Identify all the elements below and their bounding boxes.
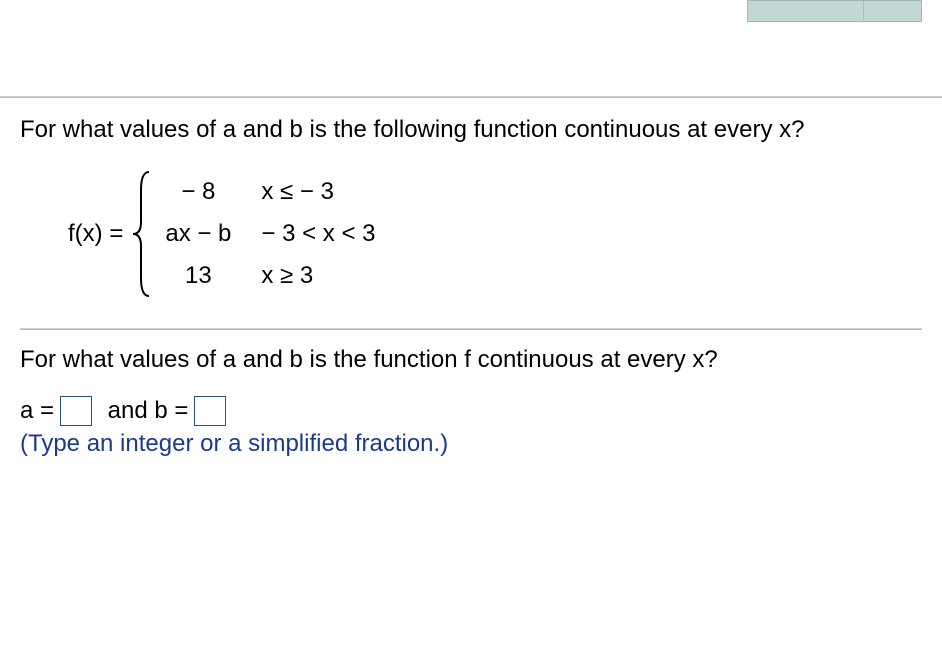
sub-question-text: For what values of a and b is the functi… [20,346,922,374]
piece-1-value: − 8 [165,178,231,206]
divider-mid [20,328,922,330]
hint-text: (Type an integer or a simplified fractio… [20,430,922,458]
function-label: f(x) = [68,220,123,248]
answer-input-a[interactable] [60,396,92,426]
piece-2-value: ax − b [165,220,231,248]
content-area: For what values of a and b is the follow… [0,98,942,478]
top-right-panel [747,0,922,22]
piece-3-condition: x ≥ 3 [261,262,375,290]
piece-1-condition: x ≤ − 3 [261,178,375,206]
top-right-segment [863,1,921,21]
piece-2-condition: − 3 < x < 3 [261,220,375,248]
piece-3-value: 13 [165,262,231,290]
answer-label-a: a = [20,397,54,425]
left-brace-icon [131,168,153,300]
piecewise-grid: − 8 x ≤ − 3 ax − b − 3 < x < 3 13 x ≥ 3 [165,178,375,290]
question-text: For what values of a and b is the follow… [20,116,922,144]
answer-input-b[interactable] [194,396,226,426]
top-bar [0,0,942,32]
answer-label-b: and b = [108,397,189,425]
answer-row: a = and b = [20,396,922,426]
function-definition: f(x) = − 8 x ≤ − 3 ax − b − 3 < x < 3 13… [68,168,922,300]
